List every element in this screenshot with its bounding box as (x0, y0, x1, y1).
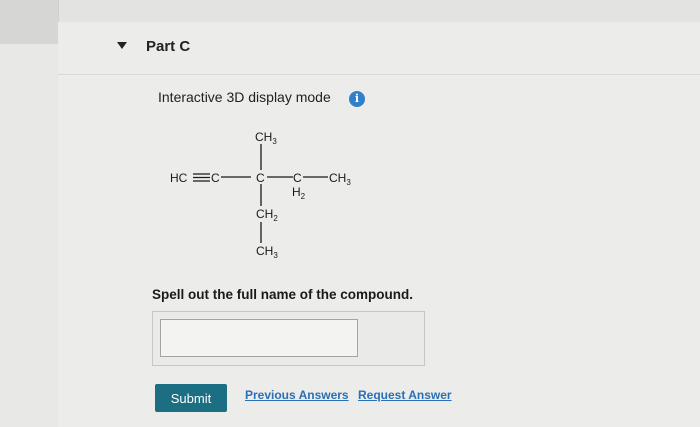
previous-answers-link[interactable]: Previous Answers (245, 388, 349, 402)
bottom-ch2-sub: 2 (273, 214, 278, 223)
info-icon[interactable]: i (349, 91, 365, 107)
top-methyl-label: CH3 (255, 130, 277, 146)
structural-formula: HC C C CH3 C H2 CH3 CH2 CH3 (170, 130, 351, 260)
bottom-ch2-label: CH2 (256, 207, 278, 223)
request-answer-link[interactable]: Request Answer (358, 388, 452, 402)
right-ch2-h-text: H (292, 185, 301, 199)
bottom-methyl-text: CH (256, 244, 273, 258)
right-methyl-sub: 3 (346, 178, 351, 187)
top-methyl-sub: 3 (272, 137, 277, 146)
top-methyl-text: CH (255, 130, 272, 144)
answer-input[interactable] (160, 319, 358, 357)
top-left-box (0, 0, 59, 44)
right-ch2-h-sub: 2 (301, 192, 306, 201)
display-mode-label: Interactive 3D display mode (158, 89, 331, 105)
right-methyl-text: CH (329, 171, 346, 185)
collapse-caret-icon[interactable] (117, 42, 127, 49)
bottom-methyl-label: CH3 (256, 244, 278, 260)
question-text: Spell out the full name of the compound. (152, 287, 413, 302)
alkyne-carbon-label: C (211, 171, 220, 185)
right-ch2-h-label: H2 (292, 185, 306, 201)
bottom-methyl-sub: 3 (273, 251, 278, 260)
right-methyl-label: CH3 (329, 171, 351, 187)
divider (58, 74, 700, 75)
bottom-ch2-text: CH (256, 207, 273, 221)
center-carbon-label: C (256, 171, 265, 185)
submit-button[interactable]: Submit (155, 384, 227, 412)
right-ch2-carbon-label: C (293, 171, 302, 185)
triple-bond (193, 173, 210, 182)
hc-label: HC (170, 171, 188, 185)
part-title: Part C (146, 38, 191, 55)
